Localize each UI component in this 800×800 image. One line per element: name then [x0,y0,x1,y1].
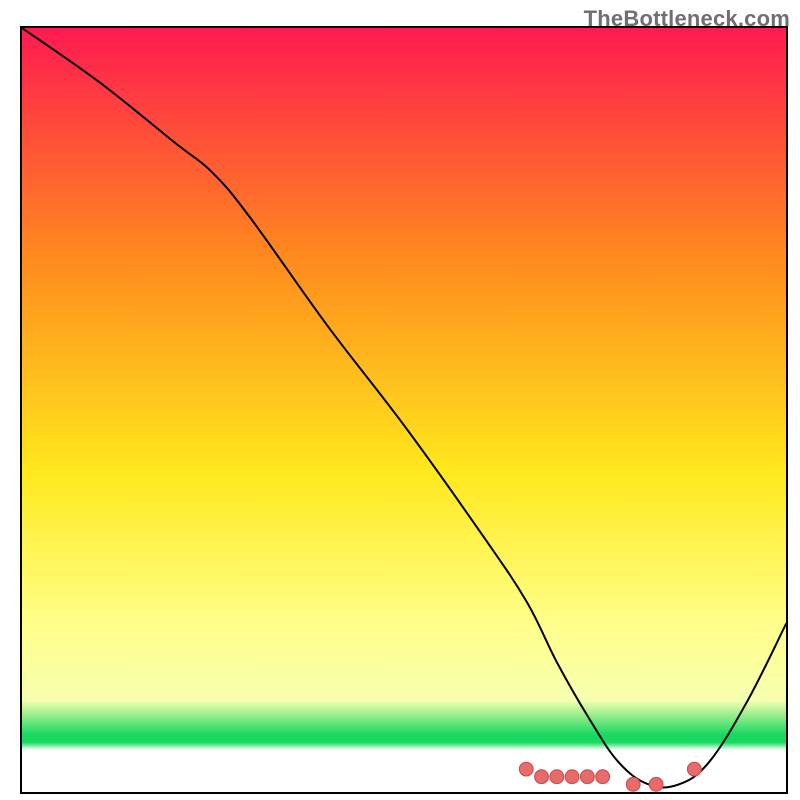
chart-frame: TheBottleneck.com [0,0,800,800]
highlight-dot [687,762,701,776]
highlight-dots-layer [22,28,786,792]
highlight-dots [519,762,701,791]
highlight-dot [626,777,640,791]
highlight-dot [535,770,549,784]
highlight-dot [649,777,663,791]
highlight-dot [596,770,610,784]
plot-area [20,26,788,794]
highlight-dot [565,770,579,784]
highlight-dot [519,762,533,776]
highlight-dot [580,770,594,784]
highlight-dot [550,770,564,784]
